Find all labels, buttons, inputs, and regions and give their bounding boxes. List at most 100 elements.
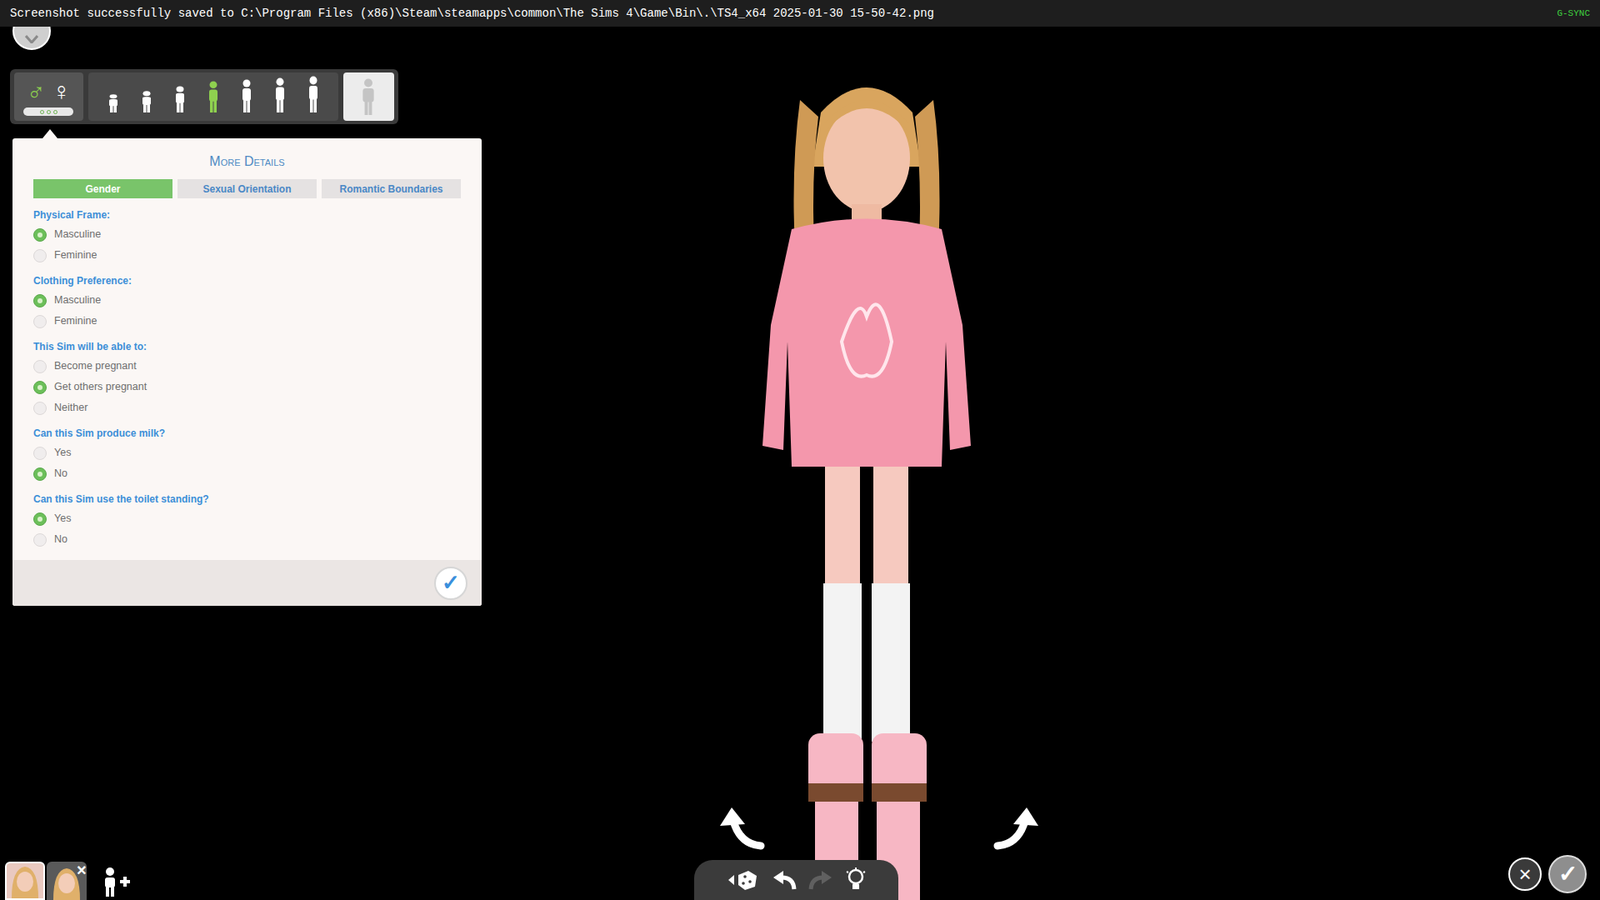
undo-button[interactable]	[771, 869, 797, 891]
radio-button[interactable]	[33, 380, 47, 395]
redo-icon	[808, 869, 834, 891]
age-group	[88, 72, 339, 121]
option-label: Masculine	[54, 292, 101, 309]
radio-dot	[37, 471, 43, 477]
cancel-button[interactable]: ×	[1508, 857, 1542, 891]
sim-age-icon	[272, 77, 288, 113]
option-groups: Physical Frame:MasculineFeminineClothing…	[12, 198, 482, 560]
radio-button[interactable]	[33, 401, 47, 415]
tab[interactable]: Gender	[33, 179, 173, 199]
group-label: Can this Sim produce milk?	[33, 424, 461, 443]
sim-age-icon	[239, 79, 255, 113]
age-button[interactable]	[235, 79, 259, 113]
radio-group: Clothing Preference: MasculineFeminine	[33, 271, 461, 332]
radio-button[interactable]	[33, 360, 47, 374]
exit-buttons: ×✓	[1508, 855, 1587, 894]
body-preset-button[interactable]	[343, 72, 395, 121]
option-label: No	[54, 531, 68, 548]
radio-button[interactable]	[33, 294, 47, 308]
radio-option[interactable]: Masculine	[33, 224, 461, 245]
radio-group: This Sim will be able to:Become pregnant…	[33, 337, 461, 419]
radio-dot	[37, 385, 43, 390]
gender-row: ♂♀	[26, 77, 71, 106]
chevron-down-icon	[25, 35, 39, 44]
tab[interactable]: Romantic Boundaries	[321, 179, 461, 199]
sim-age-icon	[139, 90, 155, 113]
remove-sim-button[interactable]: ×	[76, 861, 87, 879]
radio-option[interactable]: No	[33, 529, 461, 550]
radio-option[interactable]: Get others pregnant	[33, 376, 461, 398]
age-button[interactable]	[201, 80, 225, 113]
group-label: This Sim will be able to:	[33, 337, 461, 356]
radio-dot	[37, 232, 43, 238]
add-sim-icon	[100, 866, 132, 897]
sim-body-icon	[356, 78, 380, 115]
age-button[interactable]	[135, 90, 159, 113]
sim-thumbnail[interactable]	[5, 861, 45, 900]
gender-button[interactable]: ♂	[26, 77, 46, 106]
hint-icon	[845, 867, 867, 893]
radio-option[interactable]: Feminine	[33, 245, 461, 266]
confirm-button[interactable]: ✓	[434, 566, 468, 600]
group-label: Can this Sim use the toilet standing?	[33, 490, 461, 509]
redo-button[interactable]	[808, 869, 834, 891]
sim-age-icon	[172, 85, 188, 113]
done-button[interactable]: ✓	[1548, 855, 1587, 894]
gender-group: ♂♀	[14, 72, 84, 121]
undo-icon	[771, 869, 797, 891]
radio-button[interactable]	[33, 467, 47, 481]
sim-portrait-icon	[8, 863, 42, 899]
group-label: Physical Frame:	[33, 205, 461, 225]
option-label: Neither	[54, 400, 88, 416]
option-label: Yes	[54, 445, 71, 461]
dot-icon	[46, 110, 51, 115]
radio-option[interactable]: Yes	[33, 508, 461, 530]
cas-toolbar	[694, 860, 899, 900]
gender-button[interactable]: ♀	[51, 77, 71, 106]
age-button[interactable]	[168, 85, 192, 113]
radio-group: Can this Sim use the toilet standing?Yes…	[33, 490, 461, 550]
sim-age-icon	[305, 75, 321, 113]
more-details-panel: More DetailsGenderSexual OrientationRoma…	[12, 138, 482, 606]
more-details-button[interactable]	[23, 107, 74, 116]
radio-button[interactable]	[33, 228, 47, 242]
option-label: Yes	[54, 510, 71, 527]
age-gender-bar: ♂♀	[10, 69, 399, 125]
radio-button[interactable]	[33, 512, 47, 526]
tab-bar: GenderSexual OrientationRomantic Boundar…	[12, 179, 482, 199]
tab[interactable]: Sexual Orientation	[177, 179, 317, 199]
radio-button[interactable]	[33, 249, 47, 263]
randomize-button[interactable]	[726, 868, 760, 892]
radio-option[interactable]: Neither	[33, 397, 461, 419]
age-button[interactable]	[268, 77, 292, 113]
option-label: Masculine	[54, 226, 101, 243]
sim-age-icon	[205, 80, 221, 113]
radio-button[interactable]	[33, 315, 47, 329]
radio-group: Physical Frame:Masculine Feminine	[33, 205, 461, 266]
radio-dot	[37, 516, 43, 522]
household-bar: ×	[5, 861, 132, 900]
option-label: No	[54, 465, 68, 482]
notification-bar: Screenshot successfully saved to C:\Prog…	[0, 0, 1600, 27]
option-label: Feminine	[54, 247, 97, 264]
radio-option[interactable]: Masculine	[33, 290, 461, 311]
group-label: Clothing Preference:	[33, 271, 461, 290]
radio-button[interactable]	[33, 446, 47, 460]
radio-button[interactable]	[33, 533, 47, 547]
dot-icon	[53, 110, 58, 115]
radio-option[interactable]: Become pregnant	[33, 355, 461, 377]
age-button[interactable]	[301, 75, 325, 113]
hint-button[interactable]	[845, 867, 867, 893]
rotate-left-icon[interactable]	[715, 804, 765, 851]
radio-dot	[37, 298, 43, 304]
panel-footer: ✓	[12, 560, 482, 606]
sim-figure[interactable]	[741, 66, 992, 900]
rotate-right-icon[interactable]	[993, 804, 1044, 851]
radio-option[interactable]: Feminine	[33, 310, 461, 332]
randomize-icon	[726, 868, 760, 892]
add-sim-button[interactable]	[100, 866, 132, 897]
radio-option[interactable]: Yes	[33, 442, 461, 464]
create-a-sim-screen: Screenshot successfully saved to C:\Prog…	[0, 0, 1600, 900]
age-button[interactable]	[101, 94, 125, 113]
radio-option[interactable]: No	[33, 463, 461, 485]
